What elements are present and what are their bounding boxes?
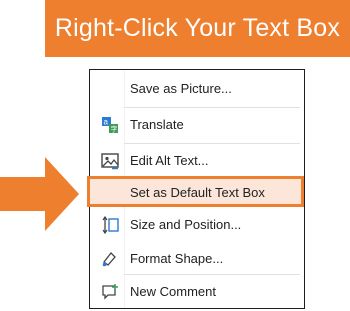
title-banner: Right-Click Your Text Box [45,0,350,57]
menu-item-size-and-position[interactable]: Size and Position... [90,208,304,241]
menu-item-label: Save as Picture... [130,81,232,96]
menu-item-label: Translate [130,117,184,132]
menu-item-translate[interactable]: a 字 Translate [90,108,304,141]
svg-text:字: 字 [111,125,118,134]
menu-item-edit-alt-text[interactable]: Edit Alt Text... [90,144,304,177]
menu-item-new-comment[interactable]: New Comment [90,275,304,308]
menu-item-label: Size and Position... [130,217,242,232]
menu-item-label: Set as Default Text Box [130,185,265,200]
size-position-icon [102,216,119,234]
menu-item-set-as-default-text-box[interactable]: Set as Default Text Box [87,176,304,207]
menu-item-save-as-picture[interactable]: Save as Picture... [90,72,304,105]
context-menu: Save as Picture... a 字 Translate Edit Al… [87,69,305,309]
menu-item-format-shape[interactable]: Format Shape... [90,242,304,275]
pointer-arrow-icon [0,157,79,231]
svg-text:a: a [104,118,109,127]
menu-item-label: Edit Alt Text... [130,153,209,168]
new-comment-icon [102,284,118,300]
menu-item-label: New Comment [130,284,216,299]
format-shape-icon [102,252,116,267]
menu-item-label: Format Shape... [130,251,224,266]
translate-icon: a 字 [102,117,118,134]
banner-title: Right-Click Your Text Box [54,14,341,42]
alt-text-icon [101,153,119,170]
